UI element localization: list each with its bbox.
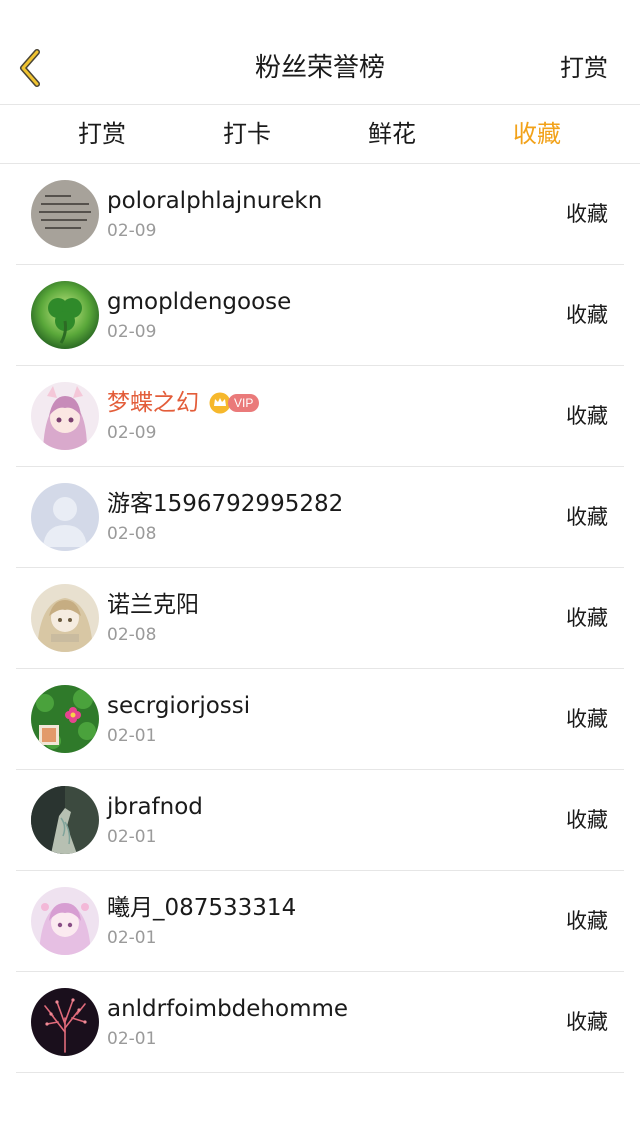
- avatar[interactable]: [31, 988, 99, 1056]
- avatar[interactable]: [31, 281, 99, 349]
- fan-name: 曦月_087533314: [107, 895, 297, 921]
- avatar[interactable]: [31, 887, 99, 955]
- tab-reward[interactable]: 打赏: [78, 119, 126, 149]
- list-item[interactable]: anldrfoimbdehomme 02-01 收藏: [16, 972, 624, 1073]
- action-label: 收藏: [566, 1010, 608, 1034]
- action-label: 收藏: [566, 606, 608, 630]
- tab-flowers[interactable]: 鲜花: [368, 119, 416, 149]
- action-label: 收藏: [566, 909, 608, 933]
- action-label: 收藏: [566, 707, 608, 731]
- list-item[interactable]: 诺兰克阳 02-08 收藏: [16, 568, 624, 669]
- fan-name: gmopldengoose: [107, 289, 292, 315]
- fan-date: 02-09: [107, 322, 157, 342]
- avatar[interactable]: [31, 483, 99, 551]
- fan-date: 02-08: [107, 524, 157, 544]
- avatar[interactable]: [31, 584, 99, 652]
- list-item[interactable]: gmopldengoose 02-09 收藏: [16, 265, 624, 366]
- avatar[interactable]: [31, 786, 99, 854]
- fan-date: 02-01: [107, 726, 157, 746]
- action-label: 收藏: [566, 808, 608, 832]
- fan-date: 02-01: [107, 1029, 157, 1049]
- avatar[interactable]: [31, 382, 99, 450]
- fan-date: 02-09: [107, 221, 157, 241]
- fan-name: anldrfoimbdehomme: [107, 996, 349, 1022]
- action-label: 收藏: [566, 303, 608, 327]
- tab-checkin[interactable]: 打卡: [223, 119, 271, 149]
- list-item[interactable]: 梦蝶之幻 VIP 02-09 收藏: [16, 366, 624, 467]
- list-item[interactable]: secrgiorjossi 02-01 收藏: [16, 669, 624, 770]
- fan-date: 02-01: [107, 928, 157, 948]
- vip-badge: VIP: [209, 392, 260, 414]
- fan-name: 梦蝶之幻: [107, 390, 199, 416]
- action-label: 收藏: [566, 404, 608, 428]
- action-label: 收藏: [566, 505, 608, 529]
- avatar[interactable]: [31, 685, 99, 753]
- vip-label: VIP: [228, 394, 260, 412]
- tab-favorites[interactable]: 收藏: [513, 119, 561, 149]
- fan-list: poloralphlajnurekn 02-09 收藏 gmopldengoos…: [0, 164, 640, 1073]
- page-title: 粉丝荣誉榜: [254, 53, 385, 83]
- reward-button[interactable]: 打赏: [560, 52, 608, 84]
- fan-name: 游客1596792995282: [107, 491, 344, 517]
- category-tabs: 打赏 打卡 鲜花 收藏: [0, 105, 640, 164]
- list-item[interactable]: jbrafnod 02-01 收藏: [16, 770, 624, 871]
- list-item[interactable]: poloralphlajnurekn 02-09 收藏: [16, 164, 624, 265]
- fan-name: jbrafnod: [107, 794, 203, 820]
- fan-date: 02-08: [107, 625, 157, 645]
- avatar[interactable]: [31, 180, 99, 248]
- list-item[interactable]: 曦月_087533314 02-01 收藏: [16, 871, 624, 972]
- fan-name: 诺兰克阳: [107, 592, 199, 618]
- fan-name: secrgiorjossi: [107, 693, 251, 719]
- fan-date: 02-09: [107, 423, 157, 443]
- default-user-icon: [31, 483, 99, 551]
- fan-name: poloralphlajnurekn: [107, 188, 323, 214]
- top-navigation-bar: 粉丝荣誉榜 打赏: [0, 0, 640, 105]
- list-item[interactable]: 游客1596792995282 02-08 收藏: [16, 467, 624, 568]
- fan-date: 02-01: [107, 827, 157, 847]
- action-label: 收藏: [566, 202, 608, 226]
